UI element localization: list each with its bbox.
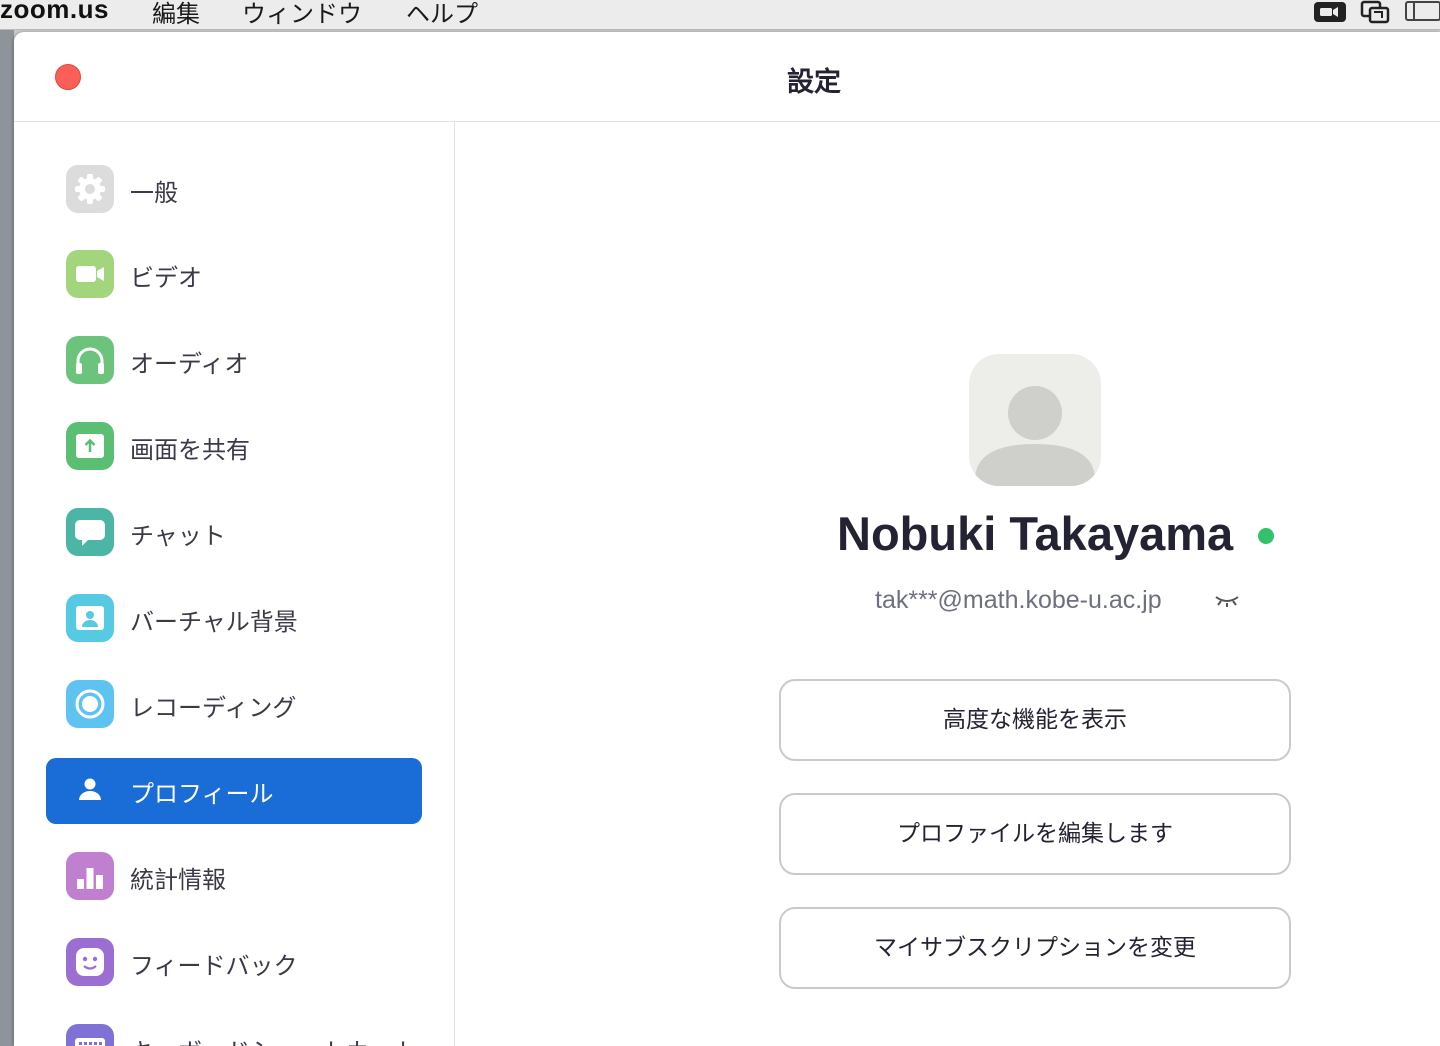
show-advanced-features-button[interactable]: 高度な機能を表示	[779, 679, 1291, 761]
menu-edit[interactable]: 編集	[152, 0, 200, 29]
sidebar-item-label: バーチャル背景	[130, 608, 298, 636]
user-email: tak***@math.kobe-u.ac.jp	[875, 586, 1162, 614]
sidebar-item-virtual-background[interactable]: バーチャル背景	[46, 586, 422, 652]
desktop-background	[0, 30, 14, 1046]
settings-window: 設定 一般 ビデオ オーディオ 画面を共有 チャット バーチャル背景 レコーディ…	[14, 32, 1440, 1046]
user-name: Nobuki Takayama	[837, 507, 1234, 560]
person-icon	[66, 766, 114, 814]
sidebar-item-statistics[interactable]: 統計情報	[46, 844, 422, 910]
window-title: 設定	[787, 67, 841, 98]
sidebar-item-general[interactable]: 一般	[46, 157, 422, 223]
title-bar: 設定	[14, 32, 1440, 122]
window-switch-icon[interactable]	[1360, 0, 1392, 24]
menu-bar: zoom.us 編集 ウィンドウ ヘルプ	[0, 0, 1440, 30]
profile-panel: Nobuki Takayama tak***@math.kobe-u.ac.jp…	[455, 122, 1440, 1046]
chat-bubble-icon	[66, 508, 114, 556]
sidebar-item-chat[interactable]: チャット	[46, 500, 422, 566]
bar-chart-icon	[66, 852, 114, 900]
sidebar-item-label: チャット	[130, 522, 226, 550]
share-screen-icon	[66, 422, 114, 470]
change-subscription-button[interactable]: マイサブスクリプションを変更	[779, 907, 1291, 989]
sidebar-item-label: 一般	[130, 179, 178, 207]
sidebar-item-profile[interactable]: プロフィール	[46, 758, 422, 824]
sidebar-item-label: プロフィール	[130, 780, 274, 808]
online-status-dot	[1258, 528, 1274, 544]
sidebar-item-feedback[interactable]: フィードバック	[46, 930, 422, 996]
sidebar-item-label: ビデオ	[130, 264, 202, 292]
default-avatar-icon	[975, 386, 1095, 486]
sidebar-tray-icon[interactable]	[1404, 0, 1440, 24]
record-icon	[66, 680, 114, 728]
sidebar-item-label: オーディオ	[130, 350, 249, 378]
headphones-icon	[66, 336, 114, 384]
eye-closed-icon[interactable]	[1213, 590, 1241, 610]
sidebar-item-video[interactable]: ビデオ	[46, 242, 422, 308]
keyboard-icon	[66, 1024, 114, 1046]
sidebar-item-label: レコーディング	[130, 694, 297, 722]
smiley-icon	[66, 938, 114, 986]
avatar[interactable]	[969, 354, 1101, 486]
sidebar-item-label: 統計情報	[130, 866, 226, 894]
menu-window[interactable]: ウィンドウ	[242, 0, 362, 29]
app-menu[interactable]: zoom.us	[0, 0, 109, 25]
virtual-background-icon	[66, 594, 114, 642]
settings-sidebar: 一般 ビデオ オーディオ 画面を共有 チャット バーチャル背景 レコーディング …	[14, 122, 455, 1046]
sidebar-item-share-screen[interactable]: 画面を共有	[46, 414, 422, 480]
sidebar-item-keyboard-shortcuts[interactable]: キーボードショートカット	[46, 1016, 422, 1046]
sidebar-item-label: キーボードショートカット	[130, 1032, 418, 1046]
menu-help[interactable]: ヘルプ	[406, 0, 478, 29]
zoom-tray-icon[interactable]	[1312, 0, 1348, 24]
sidebar-item-audio[interactable]: オーディオ	[46, 328, 422, 394]
video-camera-icon	[66, 250, 114, 298]
edit-profile-button[interactable]: プロファイルを編集します	[779, 793, 1291, 875]
sidebar-item-recording[interactable]: レコーディング	[46, 672, 422, 738]
sidebar-item-label: フィードバック	[130, 952, 298, 980]
gear-icon	[66, 165, 114, 213]
sidebar-item-label: 画面を共有	[130, 436, 250, 464]
